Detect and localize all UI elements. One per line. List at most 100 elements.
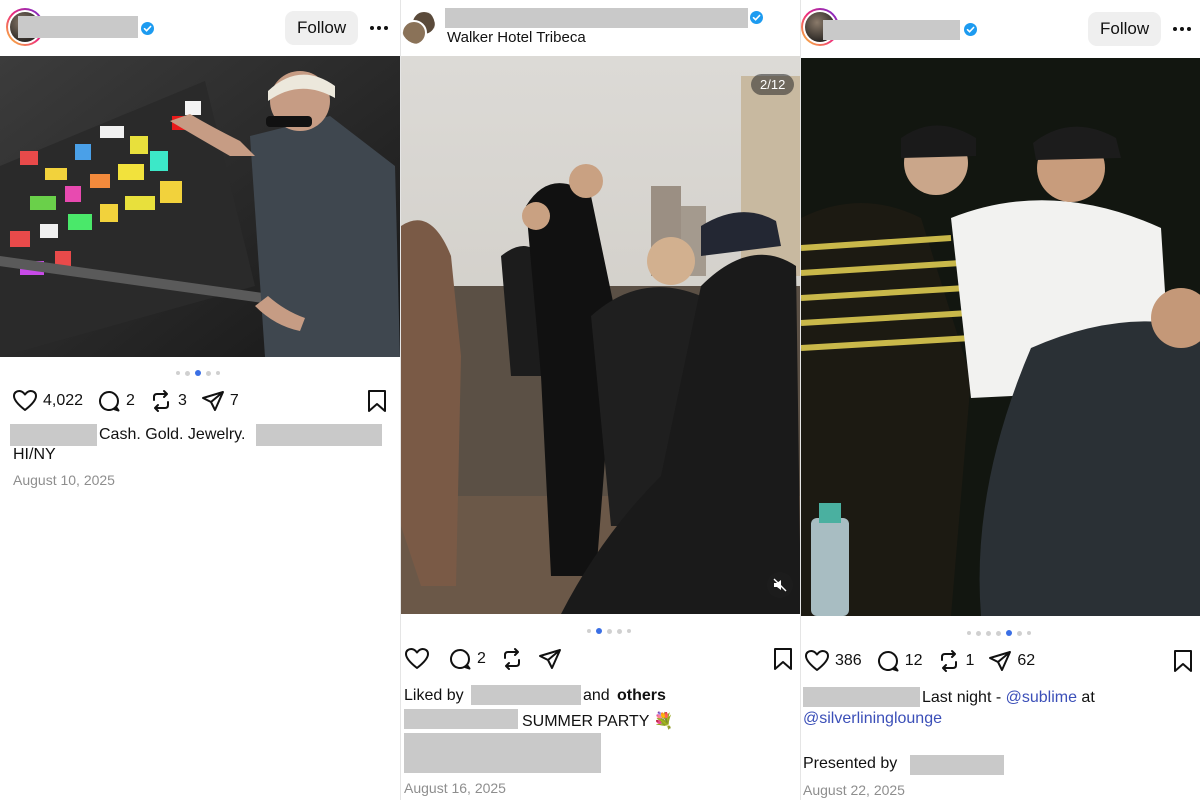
repost-icon bbox=[503, 648, 520, 670]
post-photo[interactable] bbox=[401, 56, 801, 614]
bookmark-icon[interactable] bbox=[367, 389, 387, 418]
repost-button[interactable]: 3 bbox=[149, 389, 187, 413]
comment-count: 12 bbox=[904, 652, 923, 669]
media-counter: 2/12 bbox=[751, 74, 795, 95]
carousel-dot bbox=[986, 630, 991, 636]
comment-count: 2 bbox=[126, 392, 135, 409]
caption-text-segment: Last night - bbox=[922, 689, 1006, 706]
post-date: August 10, 2025 bbox=[13, 472, 115, 488]
liked-by-and: and bbox=[583, 687, 610, 704]
repost-icon bbox=[152, 390, 169, 412]
avatar-group[interactable] bbox=[401, 8, 435, 44]
redacted-username bbox=[445, 8, 748, 28]
comment-button[interactable]: 12 bbox=[876, 649, 923, 673]
share-button[interactable] bbox=[538, 647, 562, 671]
post-1: Follow 4,022 2 3 7 Cash. Gold. Jewelry. … bbox=[0, 0, 400, 800]
heart-icon bbox=[405, 648, 429, 669]
carousel-dot bbox=[216, 371, 220, 375]
redacted-text bbox=[404, 733, 601, 773]
post-photo[interactable] bbox=[801, 58, 1200, 616]
comment-button[interactable]: 2 bbox=[97, 389, 135, 413]
comment-count: 2 bbox=[477, 650, 486, 667]
redacted-username bbox=[803, 687, 920, 707]
carousel-dot-active bbox=[1006, 630, 1012, 636]
carousel-dot bbox=[185, 370, 190, 376]
share-icon bbox=[201, 391, 224, 411]
heart-icon bbox=[805, 650, 829, 671]
verified-badge-icon bbox=[141, 22, 154, 35]
redacted-username bbox=[10, 424, 97, 446]
share-button[interactable]: 7 bbox=[201, 389, 239, 413]
action-bar: 4,022 2 3 7 bbox=[12, 389, 253, 413]
post-3: Follow 386 12 1 62 Last night - @sublime… bbox=[801, 0, 1200, 800]
post-2: Walker Hotel Tribeca 2/12 2 Liked by and… bbox=[401, 0, 801, 800]
carousel-dot bbox=[176, 371, 180, 375]
carousel-dot bbox=[1017, 630, 1022, 636]
share-icon bbox=[989, 651, 1012, 671]
carousel-indicator bbox=[587, 628, 631, 634]
mute-icon[interactable] bbox=[767, 572, 793, 598]
repost-icon bbox=[940, 650, 957, 672]
liked-by-label: Liked by bbox=[404, 687, 464, 704]
liked-by-others-link[interactable]: others bbox=[617, 687, 666, 705]
presented-by-label: Presented by bbox=[803, 755, 898, 772]
repost-count: 3 bbox=[177, 392, 187, 409]
action-bar: 386 12 1 62 bbox=[804, 649, 1049, 673]
like-button[interactable]: 386 bbox=[804, 649, 862, 673]
verified-badge-icon bbox=[750, 11, 763, 24]
bookmark-icon[interactable] bbox=[1173, 649, 1193, 678]
mention-link[interactable]: @sublime bbox=[1006, 689, 1077, 706]
post-date: August 22, 2025 bbox=[803, 782, 905, 798]
share-count: 62 bbox=[1017, 652, 1036, 669]
redacted-mention bbox=[256, 424, 382, 446]
carousel-dot bbox=[967, 631, 971, 635]
more-options-icon[interactable] bbox=[1170, 17, 1194, 41]
post-date: August 16, 2025 bbox=[404, 780, 506, 796]
caption-text: Last night - @sublime at bbox=[922, 689, 1095, 707]
caption-text: Cash. Gold. Jewelry. bbox=[99, 426, 246, 443]
caption-text-segment: at bbox=[1076, 689, 1095, 706]
redacted-username bbox=[823, 20, 960, 40]
redacted-username bbox=[910, 755, 1004, 775]
repost-count: 1 bbox=[965, 652, 975, 669]
verified-badge-icon bbox=[964, 23, 977, 36]
carousel-dot-active bbox=[596, 628, 602, 634]
carousel-dot bbox=[627, 629, 631, 633]
carousel-indicator bbox=[967, 630, 1031, 636]
comment-button[interactable]: 2 bbox=[448, 647, 486, 671]
mention-link[interactable]: @silverlininglounge bbox=[803, 710, 942, 728]
bookmark-icon[interactable] bbox=[773, 647, 793, 676]
follow-button[interactable]: Follow bbox=[285, 11, 359, 45]
carousel-dot bbox=[976, 630, 981, 636]
share-button[interactable]: 62 bbox=[988, 649, 1035, 673]
comment-icon bbox=[450, 649, 471, 670]
share-count: 7 bbox=[229, 392, 239, 409]
carousel-dot bbox=[1027, 631, 1031, 635]
share-icon bbox=[538, 649, 561, 669]
redacted-username bbox=[18, 16, 138, 38]
like-count: 4,022 bbox=[43, 392, 84, 409]
action-bar: 2 bbox=[404, 647, 576, 671]
carousel-dot-active bbox=[195, 370, 201, 376]
carousel-dot bbox=[996, 630, 1001, 636]
post-photo[interactable] bbox=[0, 56, 400, 357]
location-label[interactable]: Walker Hotel Tribeca bbox=[447, 29, 586, 46]
heart-icon bbox=[13, 390, 37, 411]
carousel-dot bbox=[206, 370, 211, 376]
repost-button[interactable]: 1 bbox=[937, 649, 975, 673]
carousel-dot bbox=[617, 628, 622, 634]
comment-icon bbox=[877, 651, 899, 672]
like-count: 386 bbox=[835, 652, 862, 669]
caption-text: HI/NY bbox=[13, 446, 56, 463]
repost-button[interactable] bbox=[500, 647, 524, 671]
caption-text: SUMMER PARTY 💐 bbox=[522, 713, 674, 730]
like-button[interactable]: 4,022 bbox=[12, 389, 83, 413]
more-options-icon[interactable] bbox=[367, 16, 391, 40]
redacted-username bbox=[404, 709, 518, 729]
like-button[interactable] bbox=[404, 647, 430, 671]
comment-icon bbox=[99, 391, 120, 412]
carousel-dot bbox=[607, 628, 612, 634]
carousel-dot bbox=[587, 629, 591, 633]
follow-button[interactable]: Follow bbox=[1088, 12, 1162, 46]
redacted-username bbox=[471, 685, 581, 705]
